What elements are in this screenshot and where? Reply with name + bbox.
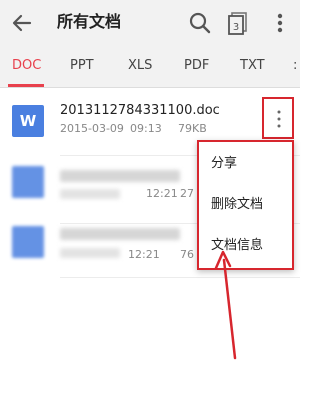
word-doc-icon: W [12,105,44,137]
overflow-menu-icon[interactable] [268,9,292,37]
tab-count: 3 [233,22,239,33]
doc-icon [12,166,44,198]
active-tab-indicator [8,84,44,87]
tabs-icon[interactable]: 3 [224,9,252,37]
tab-doc[interactable]: DOC [12,58,41,74]
menu-item-delete[interactable]: 删除文档 [211,197,263,213]
tab-pdf[interactable]: PDF [184,58,209,74]
file-time: 09:13 [130,122,162,135]
doc-icon [12,226,44,258]
file-name: 2013112784331100.doc [60,103,220,118]
search-icon[interactable] [186,9,214,37]
row-more-button[interactable] [262,97,294,139]
annotation-arrow-icon [214,250,237,360]
back-arrow-icon[interactable] [8,9,36,37]
blurred-file-date [60,248,120,258]
file-date: 2015-03-09 [60,122,124,135]
type-tab-bar: DOC PPT XLS PDF TXT : [0,46,300,88]
page-title: 所有文档 [57,12,122,31]
file-time: 12:21 [128,248,160,261]
app-bar: 所有文档 3 [0,0,300,46]
tab-overflow-hint: : [293,58,298,73]
file-size: 27 [180,187,194,200]
row-divider [60,277,300,278]
blurred-file-name [60,170,180,182]
tab-txt[interactable]: TXT [240,58,265,74]
file-size: 79KB [178,122,207,135]
more-vert-icon [277,110,281,128]
tab-ppt[interactable]: PPT [70,58,94,74]
blurred-file-date [60,189,120,199]
file-size: 76 [180,248,194,261]
blurred-file-name [60,228,180,240]
file-time: 12:21 [146,187,178,200]
tab-xls[interactable]: XLS [128,58,152,74]
menu-item-share[interactable]: 分享 [211,156,237,172]
